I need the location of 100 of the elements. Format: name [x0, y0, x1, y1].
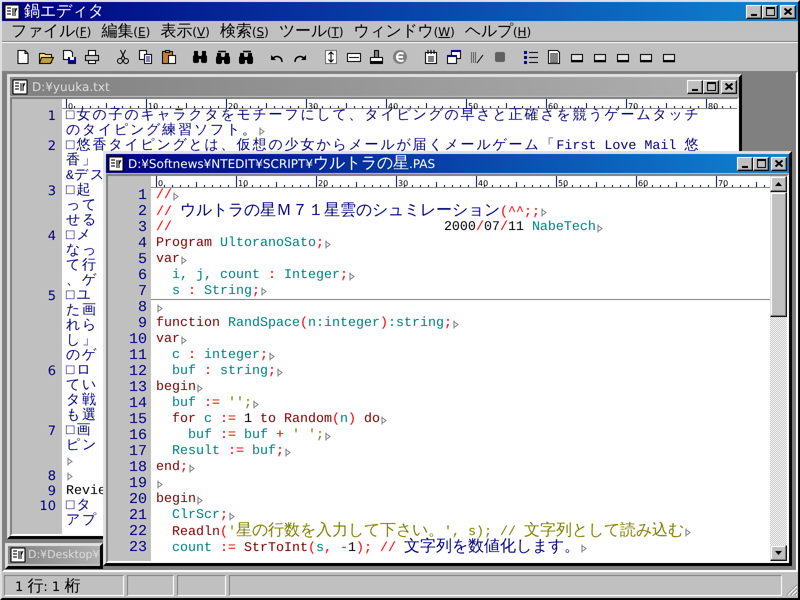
- minimize-icon: [751, 14, 757, 16]
- line-number: 4: [46, 229, 57, 244]
- text-line: □タ: [66, 499, 92, 514]
- line-number: 1: [136, 188, 148, 204]
- scrollbar-thumb[interactable]: [770, 192, 787, 317]
- ruler-label: 10: [237, 180, 248, 188]
- code-line: end;: [156, 460, 188, 476]
- menu-item[interactable]: ウィンドウ(W): [348, 22, 460, 40]
- copy-icon[interactable]: [138, 48, 154, 64]
- ruler-label: 70: [717, 180, 728, 188]
- menu-item[interactable]: ヘルプ(H): [460, 22, 536, 40]
- document-disk-icon[interactable]: [60, 48, 76, 64]
- close-icon: [775, 160, 783, 167]
- binoculars-icon[interactable]: [192, 48, 208, 64]
- line-number: 9: [46, 484, 57, 499]
- minimize-button[interactable]: [737, 156, 753, 170]
- line-number: 5: [136, 252, 148, 268]
- text-line: □悠香タイピングとは、仮想の少女からメールが届くメールゲーム「First Love Mail 悠: [66, 139, 700, 154]
- text-line: 、ゲ: [66, 274, 98, 289]
- stamp-icon[interactable]: [368, 48, 384, 64]
- ruler-label: 0: [157, 180, 164, 188]
- code-line: buf : string;: [170, 364, 276, 380]
- clipboard-icon[interactable]: [160, 48, 176, 64]
- line-number: 11: [128, 348, 148, 364]
- line-number: 8: [46, 469, 57, 484]
- code-line: i, j, count : Integer;: [170, 268, 348, 284]
- ruler-label: 10: [148, 103, 158, 111]
- maximize-button[interactable]: [753, 156, 769, 170]
- text-line: □画: [66, 424, 92, 439]
- app-icon[interactable]: [4, 4, 20, 20]
- line-number: 9: [136, 316, 148, 332]
- text-line: □メ: [66, 229, 92, 244]
- window-title: 鍋エディタ: [24, 3, 105, 20]
- maximize-icon: [756, 159, 766, 168]
- binoculars-icon[interactable]: [214, 48, 230, 64]
- line-number: 16: [128, 428, 148, 444]
- line-number: 2: [46, 139, 57, 154]
- text-line: って: [66, 199, 98, 214]
- line-number: 22: [128, 524, 148, 540]
- line-number: 10: [128, 332, 148, 348]
- close-button[interactable]: [771, 156, 787, 170]
- status-pane: [127, 575, 174, 596]
- menu-item[interactable]: 検索(S): [214, 22, 274, 40]
- text-line: &デス: [66, 169, 106, 184]
- ruler-label: 80: [707, 103, 718, 111]
- line-number: 4: [136, 236, 148, 252]
- new-file-icon[interactable]: [14, 48, 30, 64]
- minimize-icon: [742, 166, 748, 168]
- scroll-down-button[interactable]: [770, 545, 787, 561]
- line-number: 14: [128, 396, 148, 412]
- windows-icon[interactable]: [446, 48, 462, 64]
- code-line: var: [156, 332, 180, 348]
- document-icon[interactable]: [546, 48, 562, 64]
- close-button[interactable]: [780, 4, 796, 18]
- ruler-label: 20: [228, 103, 238, 111]
- ruler-label: 70: [627, 103, 638, 111]
- close-icon: [725, 83, 733, 90]
- line-number: 3: [136, 220, 148, 236]
- scissors-icon[interactable]: [114, 48, 130, 64]
- ruler-label: 60: [637, 180, 648, 188]
- window-title: D:¥yuuka.txt: [32, 78, 111, 94]
- ruler-label: 20: [317, 180, 328, 188]
- text-line: て行: [66, 259, 98, 274]
- text-line: □起: [66, 184, 92, 199]
- code-line: count := StrToInt(s, -1); // 文字列を数値化します。: [170, 539, 580, 557]
- menu-item[interactable]: ツール(T): [274, 22, 349, 40]
- status-pane: 1 行: 1 桁: [4, 575, 124, 596]
- down-arrow-icon: [775, 551, 782, 555]
- menu-item[interactable]: 編集(E): [96, 22, 156, 40]
- size-grip-icon[interactable]: [785, 583, 798, 596]
- binoculars-icon[interactable]: [238, 48, 254, 64]
- printer-icon[interactable]: [84, 48, 100, 64]
- text-line: なっ: [66, 244, 98, 259]
- code-line: // 2000/07/11 NabeTech: [156, 220, 596, 236]
- line-number: 3: [46, 184, 57, 199]
- window-title: D:¥Softnews¥NTEDIT¥SCRIPT¥ウルトラの星.PAS: [128, 155, 436, 172]
- code-line: begin: [156, 380, 196, 396]
- code-line: Program UltoranoSato;: [156, 236, 324, 252]
- minimize-button[interactable]: [746, 4, 762, 18]
- minimize-icon: [692, 88, 698, 90]
- line-number: 5: [46, 289, 57, 304]
- text-line: せる: [66, 214, 98, 229]
- numbered-list-icon[interactable]: [522, 48, 538, 64]
- code-line: var: [156, 252, 180, 268]
- maximize-icon: [706, 82, 716, 91]
- maximize-button[interactable]: [762, 4, 778, 18]
- code-line: buf := buf + ' ';: [186, 428, 324, 444]
- menu-item[interactable]: 表示(V): [155, 22, 215, 40]
- scroll-up-button[interactable]: [770, 176, 787, 192]
- line-number: 8: [136, 300, 148, 316]
- notepad-icon[interactable]: [422, 48, 438, 64]
- line-number: 23: [128, 540, 148, 556]
- line-number: 21: [128, 508, 148, 524]
- document-window-icon[interactable]: [108, 156, 124, 172]
- line-number: 12: [128, 364, 148, 380]
- text-line: てい: [66, 379, 98, 394]
- ruler-label: 50: [557, 180, 568, 188]
- line-number: 13: [128, 380, 148, 396]
- arrows-box-icon[interactable]: [322, 48, 338, 64]
- menu-item[interactable]: ファイル(F): [6, 22, 96, 40]
